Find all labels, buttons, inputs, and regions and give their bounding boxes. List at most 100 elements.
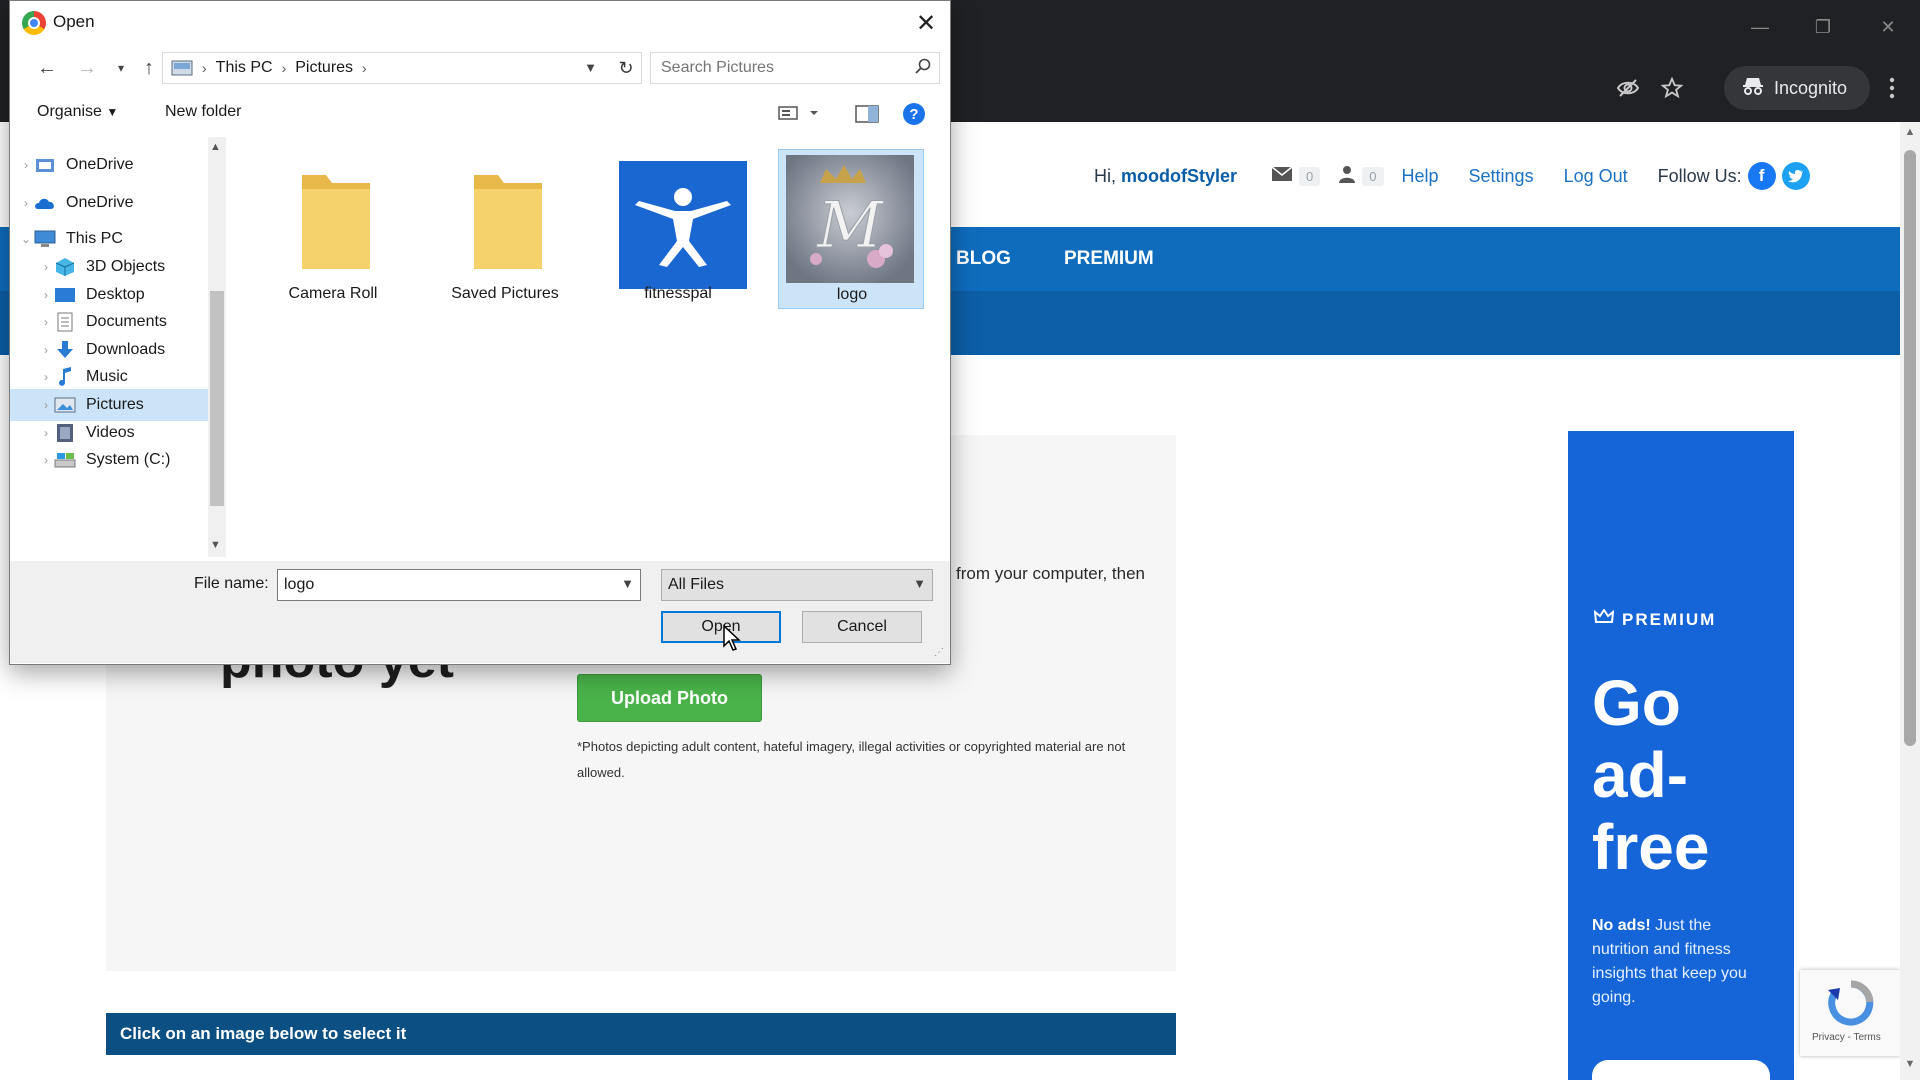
chrome-icon	[22, 11, 46, 35]
friends-icon[interactable]	[1338, 165, 1356, 188]
nav-item-label: Pictures	[86, 396, 144, 413]
breadcrumb-this-pc[interactable]: This PC	[216, 59, 273, 77]
search-icon[interactable]	[915, 58, 931, 79]
desktop-icon	[54, 286, 76, 304]
expand-right-icon[interactable]: ›	[18, 196, 34, 210]
file-label: Camera Roll	[288, 285, 378, 302]
scroll-down-arrow-icon[interactable]: ▼	[1902, 1058, 1918, 1074]
nav-premium[interactable]: PREMIUM	[1064, 227, 1154, 291]
help-link[interactable]: Help	[1402, 166, 1439, 187]
recent-locations-icon[interactable]: ▾	[106, 53, 136, 83]
premium-cta-button[interactable]	[1592, 1060, 1770, 1090]
nav-blog[interactable]: BLOG	[956, 227, 1011, 291]
file-name-value[interactable]: logo	[284, 576, 314, 594]
nav-item-label: OneDrive	[66, 194, 134, 211]
nav-item-label: System (C:)	[86, 451, 171, 468]
breadcrumb-pictures[interactable]: Pictures	[295, 59, 353, 77]
resize-grip-icon[interactable]: ⋰	[934, 647, 944, 658]
greeting: Hi, moodofStyler	[1094, 166, 1237, 187]
nav-item-label: OneDrive	[66, 156, 134, 173]
minimize-icon[interactable]: —	[1740, 12, 1780, 42]
browser-menu-icon[interactable]	[1872, 70, 1912, 106]
scroll-down-arrow-icon[interactable]: ▼	[210, 539, 221, 551]
scroll-up-arrow-icon[interactable]: ▲	[1902, 126, 1918, 142]
refresh-icon[interactable]: ↻	[610, 52, 642, 84]
dialog-close-icon[interactable]: ✕	[910, 7, 942, 39]
nav-item-onedrive[interactable]: › OneDrive	[10, 149, 210, 181]
nav-item-system-c[interactable]: › System (C:)	[10, 444, 210, 476]
premium-headline: Go ad-free	[1592, 667, 1710, 883]
dialog-titlebar[interactable]: Open ✕	[10, 1, 950, 45]
expand-right-icon[interactable]: ›	[38, 288, 54, 302]
expand-right-icon[interactable]: ›	[38, 453, 54, 467]
twitter-icon[interactable]	[1781, 162, 1810, 190]
file-name-dropdown-icon[interactable]: ▼	[621, 576, 634, 591]
nav-item-label: 3D Objects	[86, 258, 166, 275]
back-arrow-icon[interactable]: ←	[32, 53, 62, 83]
upload-instructions: from your computer, then	[956, 564, 1145, 583]
restore-icon[interactable]: ❐	[1803, 12, 1843, 42]
open-button[interactable]: Open	[661, 611, 781, 643]
chevron-down-icon: ▼	[106, 105, 119, 119]
expand-right-icon[interactable]: ›	[18, 158, 34, 172]
settings-link[interactable]: Settings	[1469, 166, 1534, 187]
music-icon	[54, 367, 76, 386]
upload-photo-button[interactable]: Upload Photo	[577, 674, 762, 722]
file-tile-logo[interactable]: M logo	[778, 149, 924, 309]
scroll-up-arrow-icon[interactable]: ▲	[210, 141, 221, 153]
bookmark-star-icon[interactable]	[1652, 70, 1692, 106]
username-link[interactable]: moodofStyler	[1121, 166, 1237, 186]
new-folder-button[interactable]: New folder	[165, 103, 241, 121]
nav-item-label: This PC	[66, 230, 123, 247]
messages-count: 0	[1299, 166, 1321, 186]
expand-right-icon[interactable]: ›	[38, 398, 54, 412]
up-arrow-icon[interactable]: ↑	[134, 53, 164, 83]
file-name-field[interactable]: logo ▼	[277, 569, 641, 601]
expand-right-icon[interactable]: ›	[38, 426, 54, 440]
breadcrumb-separator-icon[interactable]: ›	[362, 60, 367, 76]
recaptcha-text[interactable]: Privacy - Terms	[1812, 1032, 1881, 1043]
expand-right-icon[interactable]: ›	[38, 370, 54, 384]
expand-right-icon[interactable]: ›	[38, 260, 54, 274]
address-bar[interactable]: › This PC › Pictures › ▼	[162, 52, 642, 84]
this-pc-icon	[34, 230, 56, 248]
file-tile-fitnesspal[interactable]: fitnesspal	[605, 149, 751, 309]
search-input[interactable]	[659, 53, 903, 83]
eye-off-icon[interactable]	[1608, 70, 1648, 106]
help-icon[interactable]: ?	[903, 103, 925, 125]
facebook-icon[interactable]: f	[1747, 162, 1776, 190]
cancel-button[interactable]: Cancel	[802, 611, 922, 643]
dialog-footer: File name: logo ▼ All Files ▼ Open Cance…	[10, 561, 950, 663]
file-tile-camera-roll[interactable]: Camera Roll	[260, 149, 406, 309]
page-scrollbar-thumb[interactable]	[1904, 150, 1916, 746]
recaptcha-badge[interactable]: Privacy - Terms	[1800, 970, 1900, 1056]
breadcrumb-separator-icon: ›	[281, 60, 287, 76]
mail-icon[interactable]	[1271, 165, 1293, 187]
expand-down-icon[interactable]: ⌄	[18, 232, 34, 246]
nav-item-label: Videos	[86, 424, 135, 441]
expand-right-icon[interactable]: ›	[38, 315, 54, 329]
search-pictures-box[interactable]	[650, 52, 940, 84]
navigation-pane-scrollbar-thumb[interactable]	[210, 291, 224, 506]
incognito-icon	[1742, 76, 1764, 101]
chevron-down-icon[interactable]: ▼	[913, 576, 926, 591]
dialog-title: Open	[53, 12, 95, 31]
window-close-icon[interactable]: ✕	[1868, 12, 1908, 42]
premium-ad[interactable]: PREMIUM Go ad-free No ads! Just the nutr…	[1568, 431, 1794, 1090]
premium-body-bold: No ads!	[1592, 917, 1651, 934]
file-tile-saved-pictures[interactable]: Saved Pictures	[432, 149, 578, 309]
logout-link[interactable]: Log Out	[1564, 166, 1628, 187]
view-options-icon[interactable]	[778, 105, 820, 126]
nav-item-onedrive[interactable]: › OneDrive	[10, 187, 210, 219]
organise-menu[interactable]: Organise ▼	[37, 103, 118, 121]
breadcrumb-separator-icon: ›	[202, 60, 207, 76]
file-type-select[interactable]: All Files ▼	[661, 569, 933, 601]
upload-disclaimer: *Photos depicting adult content, hateful…	[577, 739, 1126, 780]
expand-right-icon[interactable]: ›	[38, 343, 54, 357]
incognito-indicator[interactable]: Incognito	[1724, 66, 1870, 110]
3d-objects-icon	[54, 258, 76, 276]
forward-arrow-icon[interactable]: →	[72, 53, 102, 83]
address-dropdown-icon[interactable]: ▼	[584, 60, 597, 75]
greeting-text: Hi,	[1094, 165, 1116, 186]
preview-pane-icon[interactable]	[855, 105, 879, 128]
